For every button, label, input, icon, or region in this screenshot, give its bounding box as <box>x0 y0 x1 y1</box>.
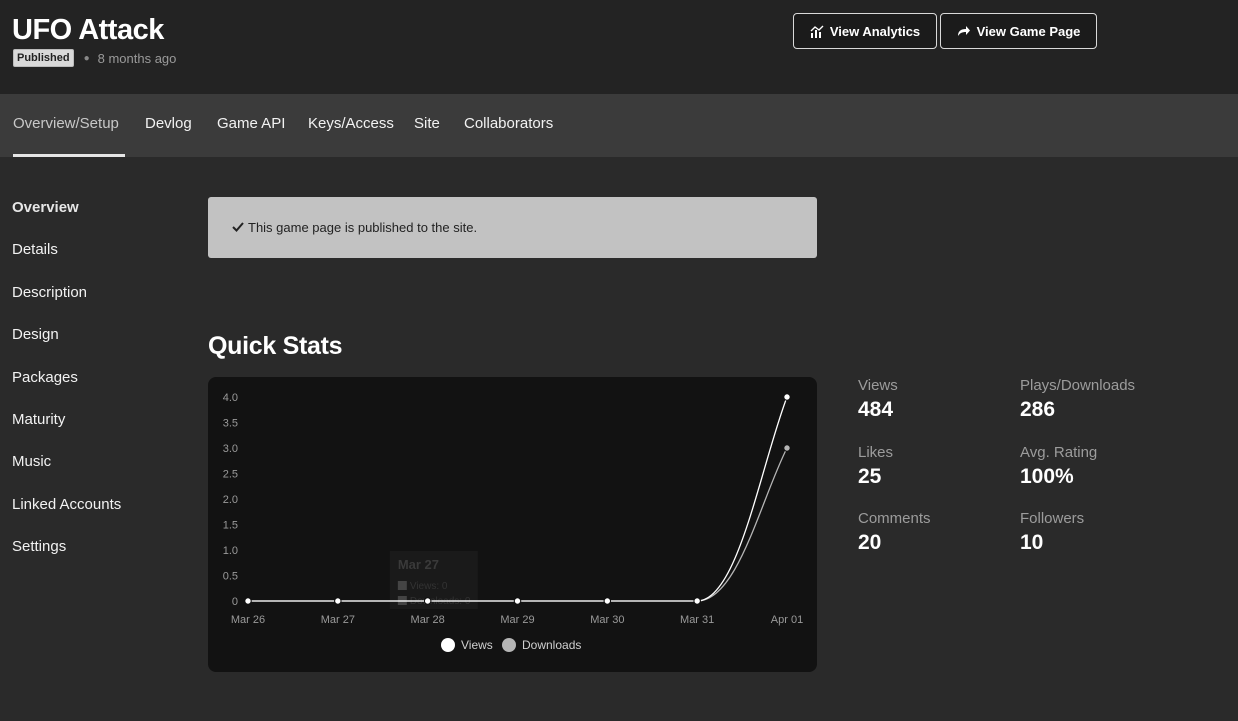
y-tick-label: 3.0 <box>223 443 238 455</box>
tab-keys-access[interactable]: Keys/Access <box>308 94 394 157</box>
chart-tooltip-line: Views: 0 <box>410 581 448 592</box>
tab-collaborators[interactable]: Collaborators <box>464 94 553 157</box>
sidebar-item-linked-accounts[interactable]: Linked Accounts <box>12 496 121 513</box>
stat-views: Views 484 <box>858 377 898 422</box>
tab-game-api[interactable]: Game API <box>217 94 285 157</box>
y-tick-label: 0 <box>232 596 238 608</box>
y-tick-label: 2.0 <box>223 494 238 506</box>
stat-value: 286 <box>1020 398 1056 421</box>
sidebar-item-overview[interactable]: Overview <box>12 199 79 216</box>
legend-swatch-views <box>441 638 455 652</box>
stat-plays-downloads: Plays/Downloads 286 <box>1020 377 1135 422</box>
legend-label-downloads: Downloads <box>522 638 581 652</box>
data-point-views <box>513 597 522 605</box>
page-header: UFO Attack Published ● 8 months ago View… <box>0 0 1238 94</box>
chart-tooltip-swatch <box>397 581 407 590</box>
y-tick-label: 1.5 <box>223 520 238 532</box>
publish-meta: Published ● 8 months ago <box>13 49 176 67</box>
stat-value: 100% <box>1020 465 1074 488</box>
sidebar-item-packages[interactable]: Packages <box>12 369 78 386</box>
tab-overview-setup[interactable]: Overview/Setup <box>13 94 125 157</box>
data-point-views <box>334 597 342 605</box>
stat-label: Followers <box>1020 510 1085 527</box>
stat-label: Plays/Downloads <box>1020 377 1136 394</box>
view-analytics-button[interactable]: View Analytics <box>793 13 937 49</box>
stat-value: 20 <box>858 531 882 554</box>
x-tick-label: Mar 30 <box>590 614 624 626</box>
sidebar-item-description[interactable]: Description <box>12 284 87 301</box>
updated-time: 8 months ago <box>97 50 177 66</box>
analytics-icon <box>810 25 824 38</box>
data-point-downloads <box>783 444 791 452</box>
stat-likes: Likes 25 <box>858 444 893 489</box>
y-tick-label: 2.5 <box>223 469 238 481</box>
view-game-page-label: View Game Page <box>976 23 1081 39</box>
data-point-views <box>244 597 252 605</box>
separator-dot: ● <box>83 52 90 64</box>
y-tick-label: 1.0 <box>223 545 238 557</box>
quick-stats-title: Quick Stats <box>208 332 343 360</box>
tab-site[interactable]: Site <box>414 94 440 157</box>
series-line-downloads <box>248 447 788 602</box>
data-point-views <box>603 597 612 605</box>
legend-swatch-downloads <box>502 638 516 652</box>
series-line-views <box>248 396 788 602</box>
sidebar-item-details[interactable]: Details <box>12 241 58 258</box>
notice-text: This game page is published to the site. <box>248 220 478 235</box>
game-title: UFO Attack <box>12 14 164 46</box>
sidebar-item-music[interactable]: Music <box>12 453 51 470</box>
tab-bar: Overview/Setup Devlog Game API Keys/Acce… <box>0 94 1238 157</box>
stat-value: 10 <box>1020 531 1044 554</box>
stats-chart: 0 0.5 1.0 1.5 2.0 2.5 3.0 3.5 4.0 Mar 26 Mar 27 Mar… <box>208 377 817 672</box>
view-analytics-label: View Analytics <box>829 23 921 39</box>
data-point-views <box>423 597 432 605</box>
x-tick-label: Mar 31 <box>680 614 714 626</box>
stat-label: Comments <box>858 510 931 527</box>
data-point-views <box>783 393 791 401</box>
x-tick-label: Apr 01 <box>771 614 803 626</box>
sidebar-item-design[interactable]: Design <box>12 326 59 343</box>
checkmark-icon <box>232 220 244 235</box>
sidebar-item-maturity[interactable]: Maturity <box>12 411 65 428</box>
stat-avg-rating: Avg. Rating 100% <box>1020 444 1097 489</box>
x-tick-label: Mar 28 <box>411 614 445 626</box>
stat-value: 484 <box>858 398 894 421</box>
y-tick-label: 3.5 <box>223 418 238 430</box>
tab-devlog[interactable]: Devlog <box>145 94 192 157</box>
y-tick-label: 4.0 <box>223 392 238 404</box>
stat-comments: Comments 20 <box>858 510 931 555</box>
line-chart: 0 0.5 1.0 1.5 2.0 2.5 3.0 3.5 4.0 Mar 26 Mar 27 Mar… <box>223 392 803 652</box>
view-game-page-button[interactable]: View Game Page <box>940 13 1097 49</box>
stat-label: Likes <box>858 444 894 461</box>
x-tick-label: Mar 26 <box>231 614 265 626</box>
chart-tooltip-title: Mar 27 <box>398 557 439 572</box>
sidebar-item-settings[interactable]: Settings <box>12 538 66 555</box>
legend-label-views: Views <box>461 638 493 652</box>
share-arrow-icon <box>957 25 971 37</box>
x-tick-label: Mar 29 <box>500 614 534 626</box>
stat-label: Views <box>858 377 898 394</box>
published-notice: This game page is published to the site. <box>208 197 817 258</box>
y-tick-label: 0.5 <box>223 571 238 583</box>
data-point-views <box>693 597 701 605</box>
stat-followers: Followers 10 <box>1020 510 1084 555</box>
stat-value: 25 <box>858 465 882 488</box>
x-tick-label: Mar 27 <box>321 614 355 626</box>
stat-label: Avg. Rating <box>1020 444 1098 461</box>
status-badge: Published <box>13 49 74 67</box>
